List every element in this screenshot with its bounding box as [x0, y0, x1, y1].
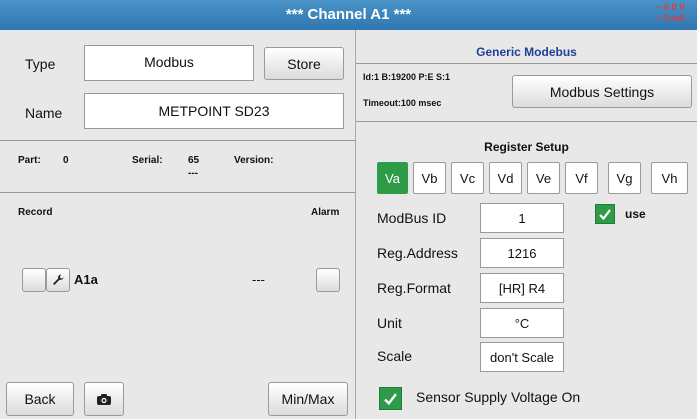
- serial-label: Serial:: [132, 155, 163, 166]
- divider: [0, 192, 355, 193]
- checkmark-icon: [384, 392, 397, 405]
- unit-label: Unit: [377, 315, 402, 331]
- reg-address-field[interactable]: 1216: [480, 238, 564, 268]
- part-label: Part:: [18, 155, 41, 166]
- channel-label: A1a: [74, 272, 98, 287]
- bus-info: Id:1 B:19200 P:E S:1: [363, 72, 451, 82]
- window-title: *** Channel A1 ***: [285, 6, 412, 23]
- use-label: use: [625, 207, 646, 221]
- tab-vb[interactable]: Vb: [413, 162, 446, 194]
- tab-va[interactable]: Va: [377, 162, 408, 194]
- modbus-settings-button[interactable]: Modbus Settings: [512, 75, 692, 108]
- type-field[interactable]: Modbus: [84, 45, 254, 81]
- supply-readout: ~ 0.0 V ~ 0 mA: [655, 2, 685, 24]
- divider: [356, 63, 697, 64]
- reg-format-field[interactable]: [HR] R4: [480, 273, 564, 303]
- tab-vc[interactable]: Vc: [451, 162, 484, 194]
- title-bar: *** Channel A1 *** ~ 0.0 V ~ 0 mA: [0, 0, 697, 30]
- reg-address-label: Reg.Address: [377, 245, 458, 261]
- camera-icon: [97, 393, 111, 405]
- tab-ve[interactable]: Ve: [527, 162, 560, 194]
- divider: [356, 121, 697, 122]
- sensor-supply-checkbox[interactable]: [379, 387, 402, 410]
- serial-value: 65: [188, 155, 200, 166]
- timeout-info: Timeout:100 msec: [363, 98, 442, 108]
- alarm-label: Alarm: [311, 207, 340, 218]
- wrench-button[interactable]: [46, 268, 70, 292]
- part-value: 0: [63, 155, 69, 166]
- scale-field[interactable]: don't Scale: [480, 342, 564, 372]
- type-label: Type: [25, 56, 56, 72]
- sensor-supply-label: Sensor Supply Voltage On: [416, 389, 581, 405]
- minmax-button[interactable]: Min/Max: [268, 382, 348, 416]
- name-field[interactable]: METPOINT SD23: [84, 93, 344, 129]
- scale-label: Scale: [377, 348, 413, 364]
- use-checkbox[interactable]: [595, 204, 615, 224]
- reg-format-label: Reg.Format: [377, 280, 451, 296]
- tab-vg[interactable]: Vg: [608, 162, 641, 194]
- tab-vh[interactable]: Vh: [651, 162, 688, 194]
- record-checkbox[interactable]: [22, 268, 46, 292]
- version-label: Version:: [234, 155, 274, 166]
- channel-value: ---: [252, 272, 265, 287]
- divider: [0, 140, 355, 141]
- record-label: Record: [18, 207, 53, 218]
- modbus-id-label: ModBus ID: [377, 210, 447, 226]
- camera-button[interactable]: [84, 382, 124, 416]
- generic-modbus-title: Generic Modebus: [476, 45, 577, 59]
- unit-field[interactable]: °C: [480, 308, 564, 338]
- left-panel: [0, 30, 355, 419]
- alarm-checkbox[interactable]: [316, 268, 340, 292]
- tab-vf[interactable]: Vf: [565, 162, 598, 194]
- current-readout: ~ 0 mA: [655, 13, 685, 23]
- wrench-icon: [53, 274, 64, 285]
- voltage-readout: ~ 0.0 V: [656, 2, 685, 12]
- register-setup-title: Register Setup: [484, 140, 569, 154]
- store-button[interactable]: Store: [264, 47, 344, 80]
- checkmark-icon: [599, 208, 611, 220]
- tab-vd[interactable]: Vd: [489, 162, 522, 194]
- modbus-id-field[interactable]: 1: [480, 203, 564, 233]
- back-button[interactable]: Back: [6, 382, 74, 416]
- serial-sub-value: ---: [188, 168, 198, 179]
- name-label: Name: [25, 105, 63, 121]
